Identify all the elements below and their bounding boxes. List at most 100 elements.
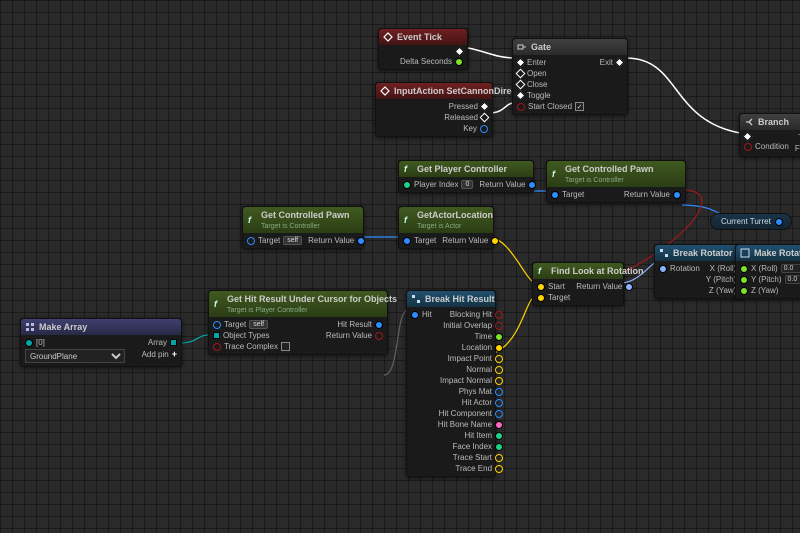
pin-xroll[interactable]: X (Roll)0.0 — [740, 264, 800, 273]
node-subtitle: Target is Controller — [261, 223, 320, 230]
pin-variable-out[interactable] — [775, 218, 783, 226]
node-header: f GetActorLocation Target is Actor — [399, 207, 493, 233]
pin-time[interactable]: Time — [475, 332, 503, 341]
pin-hit-result[interactable]: Hit Result — [337, 320, 383, 329]
pin-return-value[interactable]: Return Value — [326, 331, 383, 340]
pin-normal[interactable]: Normal — [466, 365, 503, 374]
pin-exit[interactable]: Exit — [600, 58, 623, 67]
pin-target[interactable]: Target — [537, 293, 570, 302]
pin-target[interactable]: Targetself — [247, 236, 302, 245]
gate-icon — [517, 42, 527, 52]
node-input-action[interactable]: InputAction SetCannonDirection Pressed R… — [375, 82, 493, 137]
pin-target[interactable]: Targetself — [213, 320, 268, 329]
node-find-look-at-rotation[interactable]: f Find Look at Rotation Start Target Ret… — [532, 262, 624, 306]
pin-return-value[interactable]: Return Value — [624, 190, 681, 199]
node-get-controlled-pawn-left[interactable]: f Get Controlled Pawn Target is Controll… — [242, 206, 364, 249]
pin-array-out[interactable]: Array — [148, 338, 177, 347]
pin-exec-out[interactable] — [453, 48, 463, 55]
pin-return-value[interactable]: Return Value — [442, 236, 499, 245]
pin-target[interactable]: Target — [551, 190, 584, 199]
pin-player-index[interactable]: Player Index0 — [403, 180, 473, 189]
node-get-actor-location[interactable]: f GetActorLocation Target is Actor Targe… — [398, 206, 494, 249]
pin-rotation[interactable]: Rotation — [659, 264, 700, 273]
pin-hit-item[interactable]: Hit Item — [464, 431, 503, 440]
pin-phys-mat[interactable]: Phys Mat — [459, 387, 503, 396]
svg-text:f: f — [248, 215, 252, 225]
node-header: Break Hit Result — [407, 291, 495, 307]
pin-trace-complex[interactable]: Trace Complex — [213, 342, 290, 351]
node-header: Make Rotator — [736, 245, 800, 261]
pin-key[interactable]: Key — [463, 124, 488, 133]
node-header: Make Array — [21, 319, 181, 335]
node-title: Gate — [531, 42, 551, 52]
node-branch[interactable]: Branch Condition True False — [739, 113, 800, 157]
node-break-rotator[interactable]: Break Rotator Rotation X (Roll) Y (Pitch… — [654, 244, 744, 299]
node-header: Event Tick — [379, 29, 467, 45]
node-subtitle: Target is Controller — [565, 177, 624, 184]
node-header: Gate — [513, 39, 627, 55]
enum-dropdown[interactable]: GroundPlane — [25, 349, 125, 363]
pin-object-types[interactable]: Object Types — [213, 331, 270, 340]
pin-false[interactable]: False — [795, 144, 800, 153]
node-event-tick[interactable]: Event Tick Delta Seconds — [378, 28, 468, 70]
pin-trace-end[interactable]: Trace End — [455, 464, 503, 473]
pin-add-pin[interactable]: +Add pin — [142, 349, 177, 359]
pin-exec-in[interactable] — [744, 133, 751, 140]
function-icon: f — [403, 164, 413, 174]
pin-location[interactable]: Location — [462, 343, 503, 352]
event-icon — [383, 32, 393, 42]
svg-text:f: f — [404, 164, 408, 174]
variable-current-turret[interactable]: Current Turret — [710, 213, 792, 230]
node-header: f Get Hit Result Under Cursor for Object… — [209, 291, 387, 317]
node-header: f Get Controlled Pawn Target is Controll… — [243, 207, 363, 233]
node-get-controlled-pawn-top[interactable]: f Get Controlled Pawn Target is Controll… — [546, 160, 686, 203]
pin-ypitch[interactable]: Y (Pitch)0.0 — [740, 275, 800, 284]
pin-delta-seconds[interactable]: Delta Seconds — [400, 57, 463, 66]
pin-pressed[interactable]: Pressed — [449, 102, 488, 111]
node-make-rotator[interactable]: Make Rotator X (Roll)0.0 Y (Pitch)0.0 Z … — [735, 244, 800, 299]
pin-hit-actor[interactable]: Hit Actor — [462, 398, 503, 407]
node-title: Get Controlled Pawn — [565, 164, 654, 174]
pin-impact-normal[interactable]: Impact Normal — [440, 376, 503, 385]
pin-enter[interactable]: Enter — [517, 58, 546, 67]
node-title: Branch — [758, 117, 789, 127]
checkbox-start-closed[interactable]: ✓ — [575, 102, 584, 111]
node-gate[interactable]: Gate Enter Open Close Toggle Start Close… — [512, 38, 628, 115]
pin-trace-start[interactable]: Trace Start — [453, 453, 503, 462]
pin-return-value[interactable]: Return Value — [308, 236, 365, 245]
pin-impact-point[interactable]: Impact Point — [448, 354, 503, 363]
pin-condition[interactable]: Condition — [744, 142, 789, 151]
pin-blocking-hit[interactable]: Blocking Hit — [450, 310, 503, 319]
pin-return-value[interactable]: Return Value — [479, 180, 536, 189]
node-get-hit-result-cursor[interactable]: f Get Hit Result Under Cursor for Object… — [208, 290, 388, 355]
checkbox-trace-complex[interactable] — [281, 342, 290, 351]
pin-close[interactable]: Close — [517, 80, 547, 89]
function-icon: f — [403, 215, 413, 225]
pin-face-index[interactable]: Face Index — [452, 442, 503, 451]
node-subtitle: Target is Player Controller — [227, 307, 308, 314]
pin-target[interactable]: Target — [403, 236, 436, 245]
pin-zyaw[interactable]: Z (Yaw) — [740, 286, 778, 295]
pin-start[interactable]: Start — [537, 282, 565, 291]
pin-hit-component[interactable]: Hit Component — [439, 409, 503, 418]
node-title: GetActorLocation — [417, 210, 493, 220]
pin-array-index-0[interactable]: [0] — [25, 338, 45, 347]
pin-initial-overlap[interactable]: Initial Overlap — [443, 321, 503, 330]
pin-toggle[interactable]: Toggle — [517, 91, 551, 100]
pin-hit[interactable]: Hit — [411, 310, 432, 319]
function-icon: f — [213, 299, 223, 309]
node-header: f Get Controlled Pawn Target is Controll… — [547, 161, 685, 187]
pin-start-closed[interactable]: Start Closed✓ — [517, 102, 584, 111]
node-title: Break Hit Result — [425, 294, 495, 304]
node-break-hit-result[interactable]: Break Hit Result Hit Blocking Hit Initia… — [406, 290, 496, 477]
branch-icon — [744, 117, 754, 127]
break-icon — [411, 294, 421, 304]
event-icon — [380, 86, 390, 96]
svg-text:f: f — [404, 215, 408, 225]
node-make-array[interactable]: Make Array [0] GroundPlane Array +Add pi… — [20, 318, 182, 367]
pin-hit-bone-name[interactable]: Hit Bone Name — [438, 420, 503, 429]
node-get-player-controller[interactable]: f Get Player Controller Player Index0 Re… — [398, 160, 534, 193]
pin-released[interactable]: Released — [444, 113, 488, 122]
pin-open[interactable]: Open — [517, 69, 547, 78]
pin-return-value[interactable]: Return Value — [576, 282, 633, 291]
